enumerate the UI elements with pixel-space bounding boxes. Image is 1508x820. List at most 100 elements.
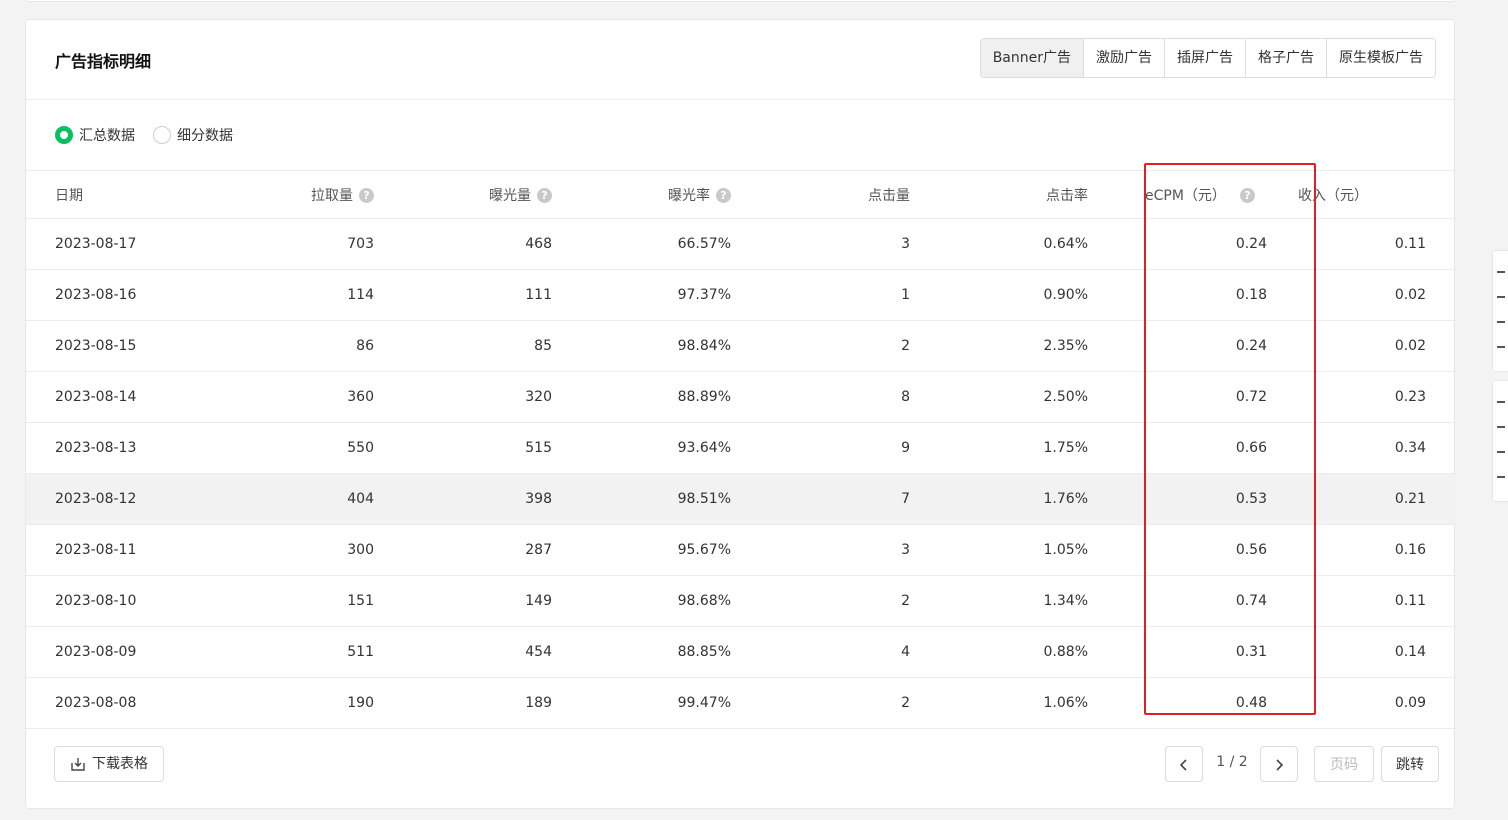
header-ecpm: eCPM（元）? bbox=[1088, 185, 1267, 205]
table-row: 2023-08-14 360 320 88.89% 8 2.50% 0.72 0… bbox=[26, 372, 1456, 423]
page-number-input[interactable]: 页码 bbox=[1314, 746, 1374, 782]
cell-impressions: 468 bbox=[525, 236, 552, 252]
ad-metrics-card: 广告指标明细 Banner广告 激励广告 插屏广告 格子广告 原生模板广告 汇总… bbox=[25, 19, 1456, 809]
cell-clicks: 3 bbox=[901, 236, 910, 252]
header-revenue: 收入（元） bbox=[1298, 187, 1368, 204]
cell-impression-rate: 99.47% bbox=[677, 695, 731, 711]
radio-label: 汇总数据 bbox=[79, 128, 135, 144]
cell-ecpm: 0.48 bbox=[1235, 695, 1267, 711]
cell-clicks: 3 bbox=[901, 542, 910, 558]
cell-revenue: 0.14 bbox=[1394, 644, 1426, 660]
header-impression-rate: 曝光率? bbox=[552, 185, 731, 205]
jump-button[interactable]: 跳转 bbox=[1381, 746, 1439, 782]
cell-impressions: 320 bbox=[525, 389, 552, 405]
cell-ecpm: 0.24 bbox=[1235, 236, 1267, 252]
cell-ecpm: 0.24 bbox=[1235, 338, 1267, 354]
tab-rewarded-ad[interactable]: 激励广告 bbox=[1083, 39, 1164, 77]
cell-ctr: 1.06% bbox=[1043, 695, 1088, 711]
metrics-table: 日期 拉取量? 曝光量? 曝光率? 点击量 点击率 eCPM（元）? 收入（元）… bbox=[26, 171, 1456, 729]
cell-ecpm: 0.53 bbox=[1235, 491, 1267, 507]
table-row: 2023-08-11 300 287 95.67% 3 1.05% 0.56 0… bbox=[26, 525, 1456, 576]
cell-impression-rate: 93.64% bbox=[677, 440, 731, 456]
tab-banner-ad[interactable]: Banner广告 bbox=[980, 39, 1083, 77]
cell-impression-rate: 97.37% bbox=[677, 287, 731, 303]
chevron-left-icon bbox=[1179, 759, 1187, 771]
cell-clicks: 8 bbox=[901, 389, 910, 405]
help-icon[interactable]: ? bbox=[1239, 187, 1255, 203]
tab-interstitial-ad[interactable]: 插屏广告 bbox=[1164, 39, 1245, 77]
help-icon[interactable]: ? bbox=[716, 187, 731, 203]
help-icon[interactable]: ? bbox=[537, 187, 552, 203]
side-tab-glyph bbox=[1497, 321, 1505, 323]
download-table-button[interactable]: 下载表格 bbox=[54, 746, 164, 782]
cell-impression-rate: 88.85% bbox=[677, 644, 731, 660]
cell-ctr: 2.50% bbox=[1043, 389, 1088, 405]
prev-page-button[interactable] bbox=[1165, 746, 1203, 782]
table-row-hovered: 2023-08-12 404 398 98.51% 7 1.76% 0.53 0… bbox=[26, 474, 1456, 525]
cell-requests: 86 bbox=[356, 338, 374, 354]
tab-native-template-ad[interactable]: 原生模板广告 bbox=[1326, 39, 1435, 77]
cell-date: 2023-08-10 bbox=[55, 593, 137, 609]
cell-ctr: 0.64% bbox=[1043, 236, 1088, 252]
header-divider bbox=[26, 99, 1454, 100]
table-row: 2023-08-13 550 515 93.64% 9 1.75% 0.66 0… bbox=[26, 423, 1456, 474]
radio-unchecked-icon bbox=[153, 126, 171, 144]
cell-ctr: 1.34% bbox=[1043, 593, 1088, 609]
side-float-tab[interactable] bbox=[1492, 380, 1508, 502]
cell-date: 2023-08-16 bbox=[55, 287, 137, 303]
header-ctr: 点击率 bbox=[1046, 187, 1088, 204]
radio-summary-data[interactable]: 汇总数据 bbox=[55, 125, 135, 145]
cell-revenue: 0.11 bbox=[1394, 593, 1426, 609]
cell-revenue: 0.16 bbox=[1394, 542, 1426, 558]
cell-requests: 114 bbox=[347, 287, 374, 303]
cell-impressions: 111 bbox=[525, 287, 552, 303]
cell-ctr: 2.35% bbox=[1043, 338, 1088, 354]
cell-impression-rate: 95.67% bbox=[677, 542, 731, 558]
table-row: 2023-08-08 190 189 99.47% 2 1.06% 0.48 0… bbox=[26, 678, 1456, 729]
cell-ecpm: 0.74 bbox=[1235, 593, 1267, 609]
cell-revenue: 0.23 bbox=[1394, 389, 1426, 405]
cell-ctr: 0.90% bbox=[1043, 287, 1088, 303]
cell-impression-rate: 98.68% bbox=[677, 593, 731, 609]
cell-date: 2023-08-13 bbox=[55, 440, 137, 456]
cell-revenue: 0.34 bbox=[1394, 440, 1426, 456]
cell-date: 2023-08-09 bbox=[55, 644, 137, 660]
cell-clicks: 2 bbox=[901, 593, 910, 609]
cell-ctr: 1.05% bbox=[1043, 542, 1088, 558]
cell-ctr: 0.88% bbox=[1043, 644, 1088, 660]
cell-ctr: 1.75% bbox=[1043, 440, 1088, 456]
data-mode-radio-group: 汇总数据 细分数据 bbox=[55, 125, 233, 145]
next-page-button[interactable] bbox=[1260, 746, 1298, 782]
cell-requests: 151 bbox=[347, 593, 374, 609]
cell-impression-rate: 98.51% bbox=[677, 491, 731, 507]
cell-revenue: 0.02 bbox=[1394, 338, 1426, 354]
radio-detail-data[interactable]: 细分数据 bbox=[153, 125, 233, 145]
side-tab-glyph bbox=[1497, 296, 1505, 298]
cell-requests: 703 bbox=[347, 236, 374, 252]
side-tab-glyph bbox=[1497, 271, 1505, 273]
cell-impression-rate: 66.57% bbox=[677, 236, 731, 252]
cell-impressions: 398 bbox=[525, 491, 552, 507]
cell-requests: 360 bbox=[347, 389, 374, 405]
cell-ecpm: 0.66 bbox=[1235, 440, 1267, 456]
cell-requests: 550 bbox=[347, 440, 374, 456]
tab-grid-ad[interactable]: 格子广告 bbox=[1245, 39, 1326, 77]
cell-clicks: 1 bbox=[901, 287, 910, 303]
card-title: 广告指标明细 bbox=[55, 52, 152, 71]
cell-date: 2023-08-11 bbox=[55, 542, 137, 558]
cell-impressions: 454 bbox=[525, 644, 552, 660]
cell-ctr: 1.76% bbox=[1043, 491, 1088, 507]
ad-type-switch: Banner广告 激励广告 插屏广告 格子广告 原生模板广告 bbox=[979, 38, 1436, 78]
help-icon[interactable]: ? bbox=[359, 187, 374, 203]
cell-ecpm: 0.72 bbox=[1235, 389, 1267, 405]
chevron-right-icon bbox=[1276, 759, 1284, 771]
cell-revenue: 0.09 bbox=[1394, 695, 1426, 711]
side-float-tab[interactable] bbox=[1492, 250, 1508, 372]
table-row: 2023-08-17 703 468 66.57% 3 0.64% 0.24 0… bbox=[26, 219, 1456, 270]
cell-date: 2023-08-08 bbox=[55, 695, 137, 711]
header-clicks: 点击量 bbox=[868, 187, 910, 204]
cell-ecpm: 0.18 bbox=[1235, 287, 1267, 303]
cell-clicks: 2 bbox=[901, 695, 910, 711]
table-row: 2023-08-10 151 149 98.68% 2 1.34% 0.74 0… bbox=[26, 576, 1456, 627]
cell-requests: 511 bbox=[347, 644, 374, 660]
